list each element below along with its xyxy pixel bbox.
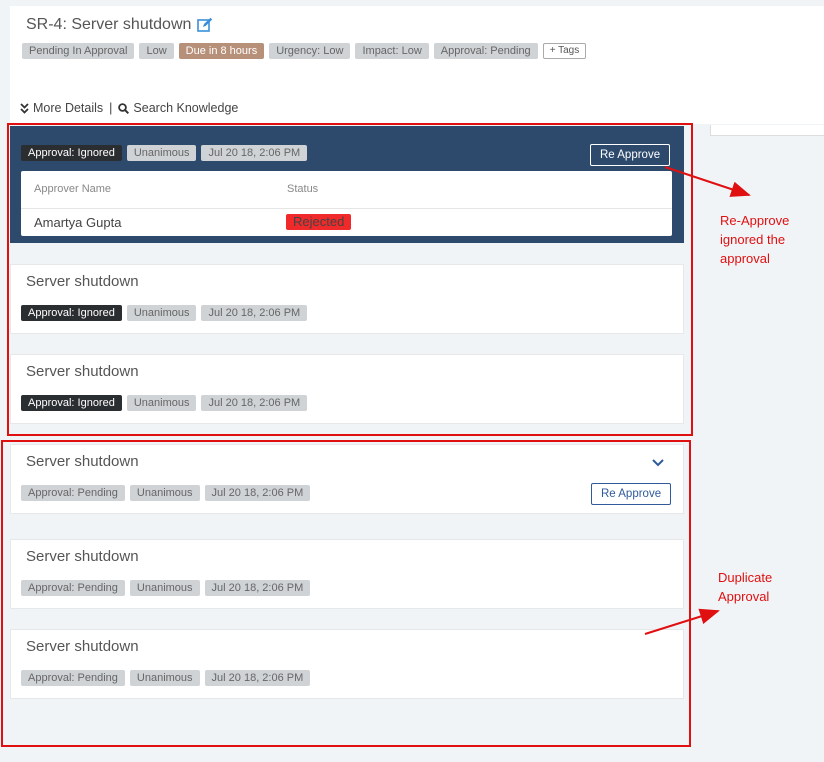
side-panel-edge [710, 125, 824, 136]
ticket-tags: Pending In Approval Low Due in 8 hours U… [22, 43, 587, 59]
header-links: More Details | Search Knowledge [20, 101, 238, 115]
annotation-duplicate-note: Duplicate Approval [718, 570, 773, 604]
annotation-box-ignored [7, 123, 693, 436]
tag-impact: Impact: Low [355, 43, 429, 59]
ticket-title-text: SR-4: Server shutdown [26, 16, 192, 33]
edit-icon[interactable] [197, 17, 213, 33]
link-separator: | [109, 101, 113, 115]
tag-urgency: Urgency: Low [269, 43, 351, 59]
ticket-header: SR-4: Server shutdown Pending In Approva… [10, 6, 824, 124]
tag-approval: Approval: Pending [433, 43, 538, 59]
annotation-reapprove-note: Re-Approve ignored the approval [720, 213, 790, 266]
tag-priority: Low [139, 43, 174, 59]
add-tags-button[interactable]: + Tags [542, 43, 587, 59]
more-details-link[interactable]: More Details [33, 101, 103, 115]
search-icon [118, 102, 130, 114]
ticket-title: SR-4: Server shutdown [26, 16, 213, 34]
tag-due: Due in 8 hours [178, 43, 265, 59]
double-chevron-down-icon [20, 102, 29, 114]
search-knowledge-link[interactable]: Search Knowledge [133, 101, 238, 115]
annotation-box-duplicate [1, 440, 691, 747]
tag-status: Pending In Approval [22, 43, 135, 59]
